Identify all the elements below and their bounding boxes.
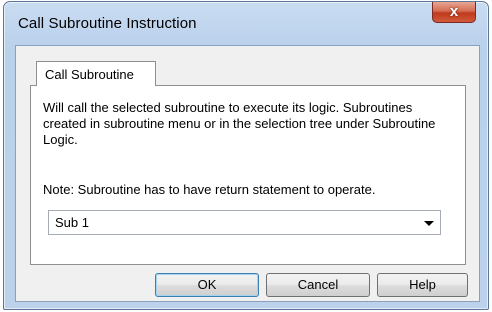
close-icon: x: [449, 3, 459, 20]
cancel-button[interactable]: Cancel: [266, 273, 370, 297]
close-button[interactable]: x: [432, 2, 476, 23]
dialog-window: Call Subroutine Instruction x Call Subro…: [3, 1, 489, 310]
description-text: Will call the selected subroutine to exe…: [43, 100, 436, 147]
ok-button[interactable]: OK: [155, 273, 259, 297]
note-text: Note: Subroutine has to have return stat…: [43, 182, 376, 197]
subroutine-select[interactable]: Sub 1: [48, 210, 441, 235]
window-title: Call Subroutine Instruction: [18, 15, 197, 32]
dialog-client-area: Call Subroutine Will call the selected s…: [15, 45, 480, 302]
subroutine-select-value: Sub 1: [55, 215, 89, 230]
tab-call-subroutine[interactable]: Call Subroutine: [36, 61, 156, 86]
tab-label: Call Subroutine: [45, 67, 134, 82]
chevron-down-icon[interactable]: [424, 221, 434, 226]
help-button[interactable]: Help: [377, 273, 468, 297]
tab-panel: Will call the selected subroutine to exe…: [30, 85, 466, 265]
